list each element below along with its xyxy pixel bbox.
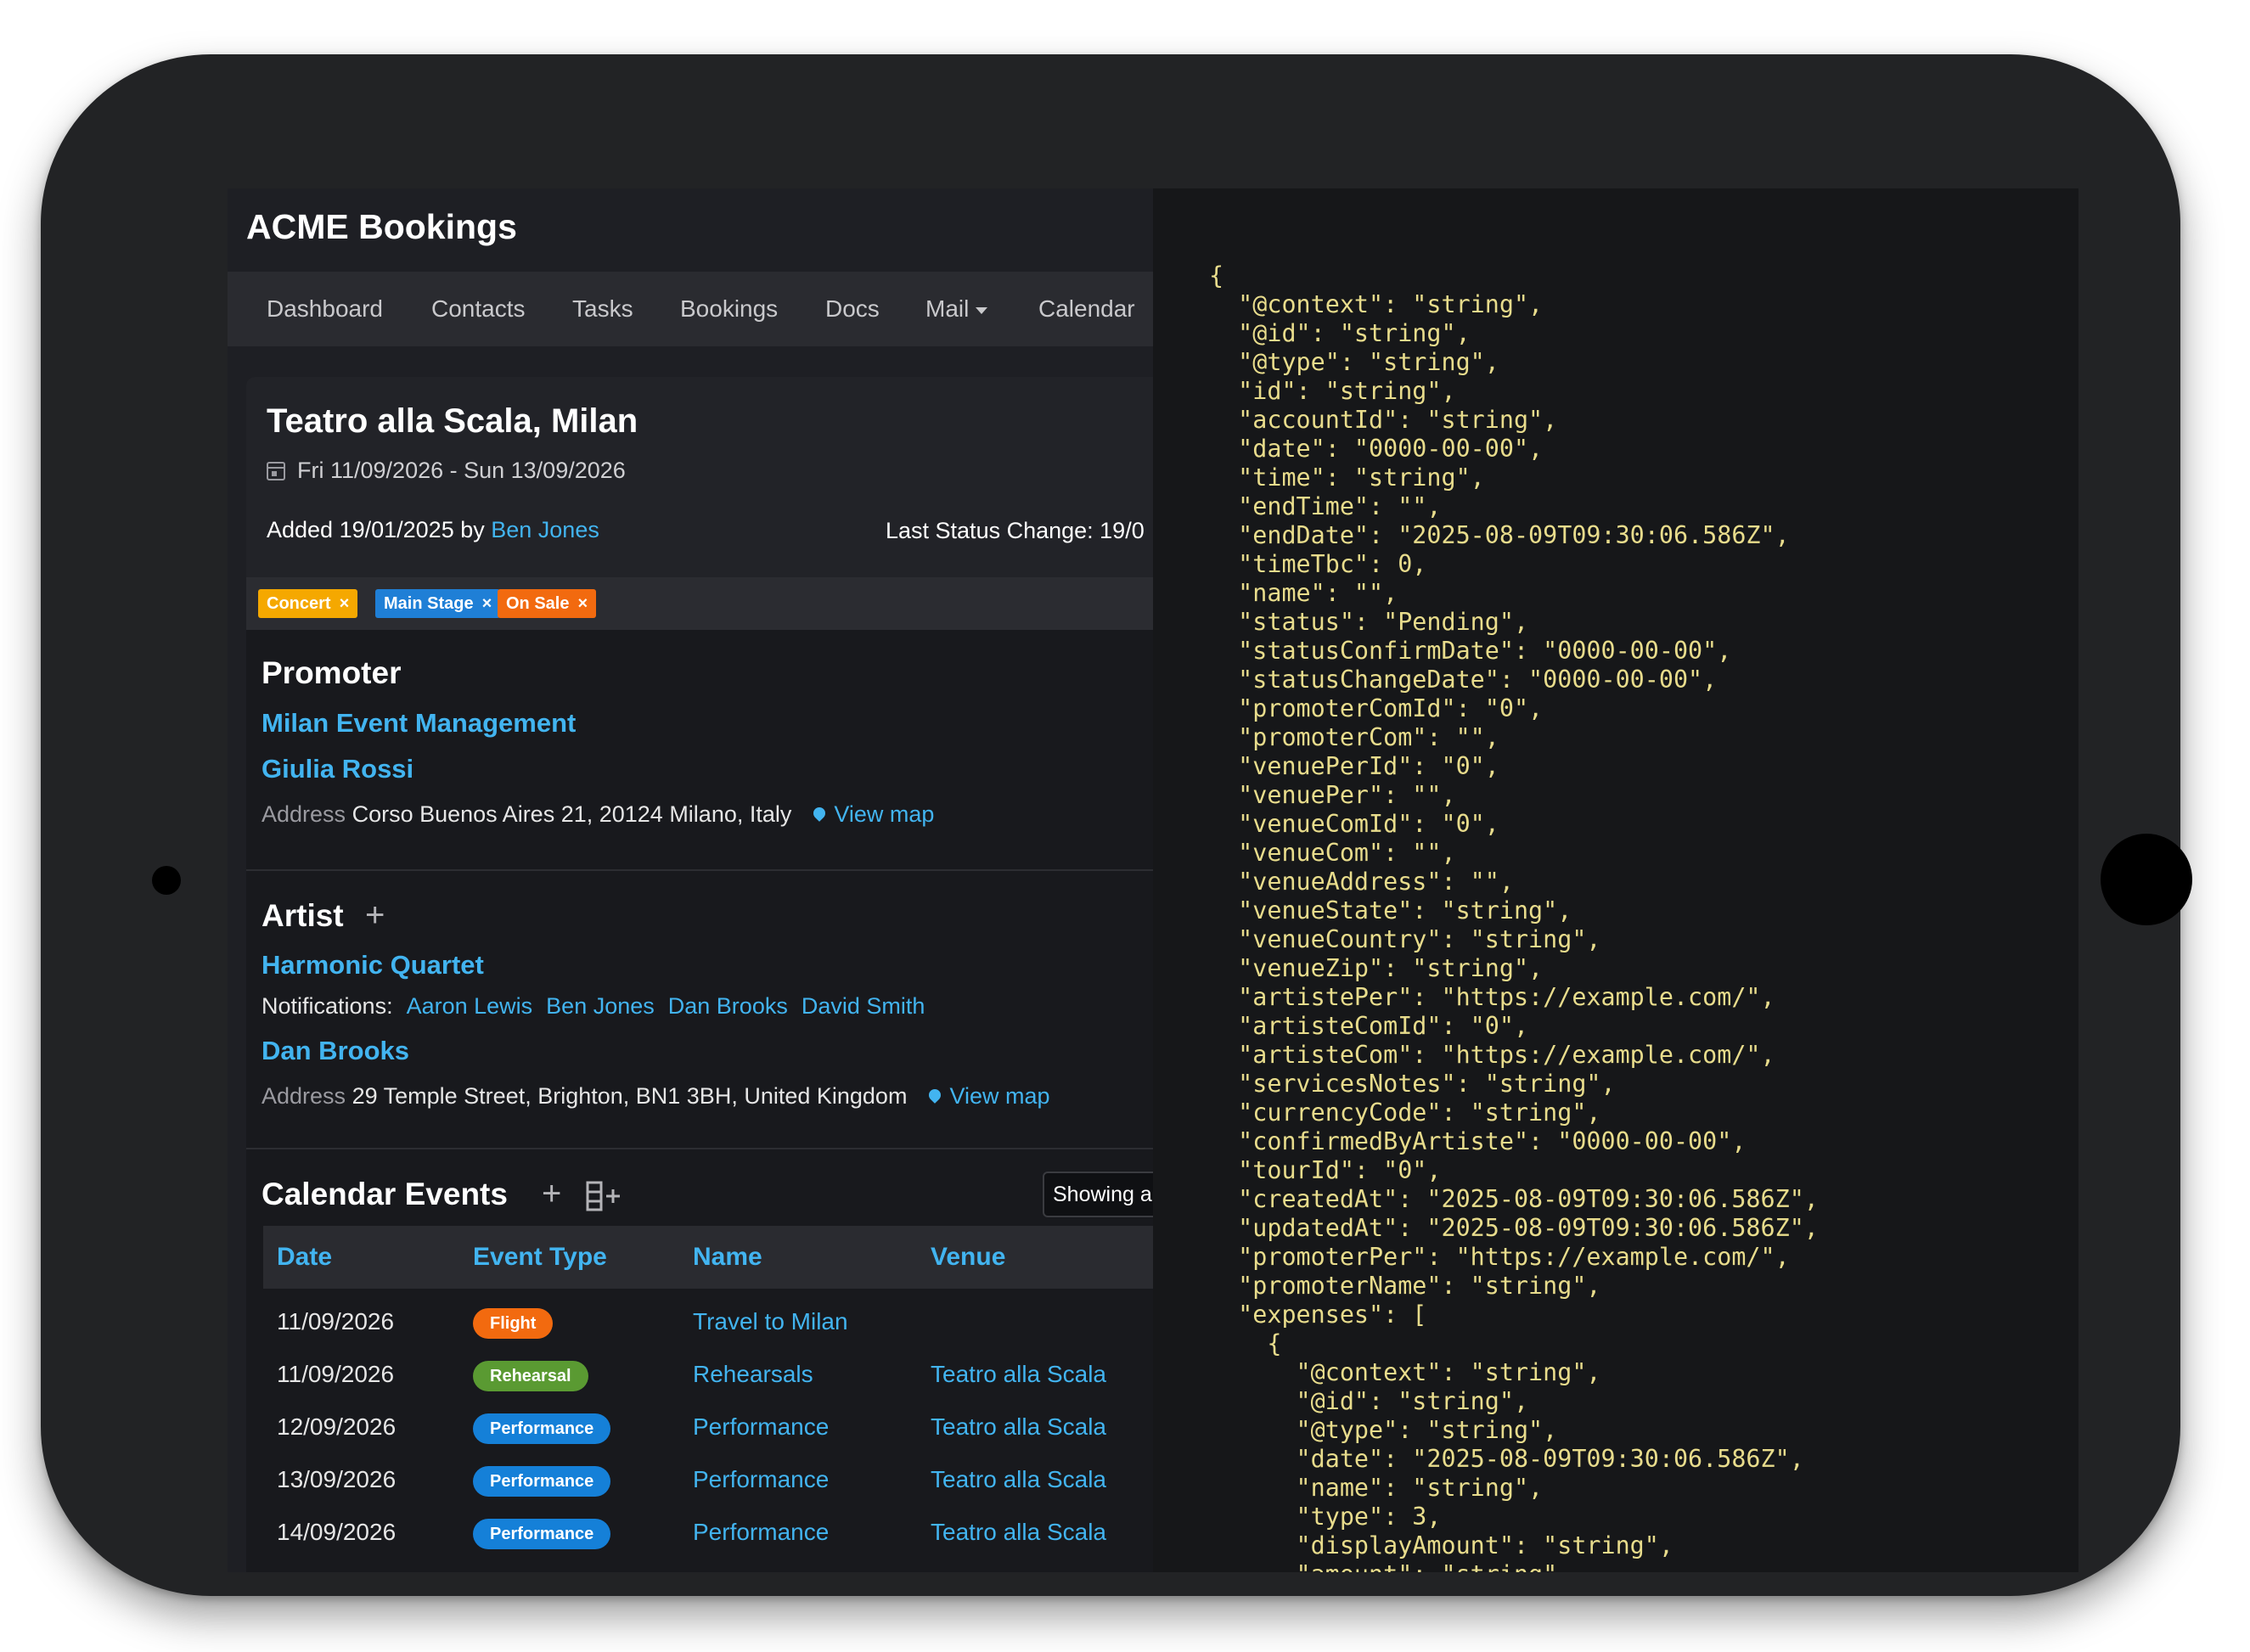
tag-label: Concert bbox=[267, 594, 331, 613]
artist-name-link[interactable]: Harmonic Quartet bbox=[262, 950, 484, 981]
booking-added-info: Added 19/01/2025 by Ben Jones bbox=[267, 517, 599, 543]
home-button[interactable] bbox=[2101, 834, 2192, 925]
map-pin-icon bbox=[811, 805, 829, 822]
last-status-change: Last Status Change: 19/0 bbox=[886, 518, 1145, 543]
address-text: Corso Buenos Aires 21, 20124 Milano, Ita… bbox=[352, 801, 792, 827]
address-label: Address bbox=[262, 801, 346, 827]
booking-venue-title: Teatro alla Scala, Milan bbox=[267, 402, 638, 440]
table-row[interactable]: 11/09/2026 Flight Travel to Milan bbox=[263, 1295, 1153, 1348]
table-row[interactable]: 13/09/2026 Performance Performance Teatr… bbox=[263, 1453, 1153, 1506]
booking-header: Teatro alla Scala, Milan Fri 11/09/2026 … bbox=[246, 377, 1153, 577]
nav-calendar[interactable]: Calendar bbox=[1038, 272, 1135, 346]
added-prefix: Added 19/01/2025 by bbox=[267, 517, 485, 542]
event-name-link[interactable]: Rehearsals bbox=[693, 1348, 813, 1401]
app-title[interactable]: ACME Bookings bbox=[246, 207, 517, 247]
close-icon[interactable]: × bbox=[482, 594, 492, 613]
artist-notifications: Notifications: Aaron Lewis Ben Jones Dan Br… bbox=[262, 993, 925, 1020]
date-range-text: Fri 11/09/2026 - Sun 13/09/2026 bbox=[297, 458, 626, 483]
tag-on-sale[interactable]: On Sale × bbox=[498, 589, 597, 618]
event-venue-link[interactable]: Teatro alla Scala bbox=[931, 1453, 1106, 1506]
address-label: Address bbox=[262, 1083, 346, 1109]
main-navbar: Dashboard Contacts Tasks Bookings Docs M… bbox=[228, 272, 1153, 346]
booking-date-range: Fri 11/09/2026 - Sun 13/09/2026 bbox=[267, 458, 626, 484]
nav-dashboard[interactable]: Dashboard bbox=[267, 272, 383, 346]
notification-contact-link[interactable]: Ben Jones bbox=[546, 993, 655, 1019]
nav-mail[interactable]: Mail bbox=[925, 272, 988, 346]
promoter-address: Address Corso Buenos Aires 21, 20124 Mil… bbox=[262, 801, 934, 828]
tag-concert[interactable]: Concert × bbox=[258, 589, 358, 618]
notification-contact-link[interactable]: Aaron Lewis bbox=[407, 993, 533, 1019]
add-event-plus-icon[interactable]: + bbox=[542, 1177, 561, 1211]
event-date: 13/09/2026 bbox=[277, 1466, 397, 1492]
notification-contact-link[interactable]: Dan Brooks bbox=[668, 993, 788, 1019]
section-divider bbox=[246, 1148, 1153, 1149]
close-icon[interactable]: × bbox=[577, 594, 588, 613]
calendar-events-heading: Calendar Events bbox=[262, 1177, 508, 1211]
event-date: 11/09/2026 bbox=[277, 1308, 395, 1335]
tag-bar: Concert × Main Stage × On Sale × bbox=[246, 577, 1153, 630]
event-venue-link[interactable]: Teatro alla Scala bbox=[931, 1506, 1106, 1559]
event-date: 11/09/2026 bbox=[277, 1361, 395, 1387]
event-type-badge: Performance bbox=[473, 1519, 611, 1549]
event-date: 14/09/2026 bbox=[277, 1519, 397, 1545]
events-table-header: Date Event Type Name Venue bbox=[263, 1226, 1153, 1289]
tablet-device: ACME Bookings Dashboard Contacts Tasks B… bbox=[41, 54, 2192, 1596]
artist-heading: Artist bbox=[262, 898, 344, 933]
promoter-heading: Promoter bbox=[262, 655, 402, 690]
promoter-company-link[interactable]: Milan Event Management bbox=[262, 708, 576, 739]
table-row[interactable]: 11/09/2026 Rehearsal Rehearsals Teatro a… bbox=[263, 1348, 1153, 1401]
camera-dot bbox=[152, 866, 181, 895]
event-name-link[interactable]: Travel to Milan bbox=[693, 1295, 848, 1348]
booking-card: Teatro alla Scala, Milan Fri 11/09/2026 … bbox=[246, 377, 1153, 1572]
close-icon[interactable]: × bbox=[340, 594, 350, 613]
column-header-date[interactable]: Date bbox=[277, 1226, 332, 1289]
table-row[interactable]: 14/09/2026 Performance Performance Teatr… bbox=[263, 1506, 1153, 1559]
event-venue-link[interactable]: Teatro alla Scala bbox=[931, 1348, 1106, 1401]
bookings-app: ACME Bookings Dashboard Contacts Tasks B… bbox=[228, 188, 1153, 1572]
notifications-label: Notifications: bbox=[262, 993, 393, 1019]
calendar-icon bbox=[267, 462, 285, 480]
json-preview-text: { "@context": "string", "@id": "string",… bbox=[1209, 261, 1819, 1572]
notification-contact-link[interactable]: David Smith bbox=[802, 993, 925, 1019]
event-date: 12/09/2026 bbox=[277, 1413, 397, 1440]
event-venue-link[interactable]: Teatro alla Scala bbox=[931, 1401, 1106, 1453]
tag-main-stage[interactable]: Main Stage × bbox=[375, 589, 501, 618]
tag-label: On Sale bbox=[506, 594, 570, 613]
added-by-link[interactable]: Ben Jones bbox=[491, 517, 599, 542]
chevron-down-icon bbox=[976, 306, 988, 314]
json-preview-panel[interactable]: { "@context": "string", "@id": "string",… bbox=[1153, 188, 2078, 1572]
map-pin-icon bbox=[926, 1087, 944, 1104]
artist-address: Address 29 Temple Street, Brighton, BN1 … bbox=[262, 1083, 1050, 1110]
table-row[interactable]: 12/09/2026 Performance Performance Teatr… bbox=[263, 1401, 1153, 1453]
add-artist-plus-icon[interactable]: + bbox=[365, 898, 385, 932]
column-header-venue[interactable]: Venue bbox=[931, 1226, 1005, 1289]
events-filter-select[interactable]: Showing all bbox=[1043, 1172, 1153, 1217]
event-type-badge: Performance bbox=[473, 1413, 611, 1444]
artist-contact-link[interactable]: Dan Brooks bbox=[262, 1036, 409, 1066]
nav-docs[interactable]: Docs bbox=[825, 272, 880, 346]
nav-contacts[interactable]: Contacts bbox=[431, 272, 526, 346]
add-event-list-icon[interactable] bbox=[586, 1181, 623, 1211]
event-type-badge: Rehearsal bbox=[473, 1361, 588, 1391]
event-type-badge: Performance bbox=[473, 1466, 611, 1497]
column-header-event-type[interactable]: Event Type bbox=[473, 1226, 607, 1289]
view-map-link[interactable]: View map bbox=[834, 801, 934, 827]
nav-tasks[interactable]: Tasks bbox=[572, 272, 633, 346]
event-name-link[interactable]: Performance bbox=[693, 1401, 829, 1453]
event-name-link[interactable]: Performance bbox=[693, 1506, 829, 1559]
view-map-link[interactable]: View map bbox=[949, 1083, 1049, 1109]
nav-mail-label: Mail bbox=[925, 295, 970, 322]
event-type-badge: Flight bbox=[473, 1308, 554, 1339]
nav-bookings[interactable]: Bookings bbox=[680, 272, 778, 346]
event-name-link[interactable]: Performance bbox=[693, 1453, 829, 1506]
tablet-screen: ACME Bookings Dashboard Contacts Tasks B… bbox=[228, 188, 2078, 1572]
column-header-name[interactable]: Name bbox=[693, 1226, 762, 1289]
promoter-person-link[interactable]: Giulia Rossi bbox=[262, 754, 413, 784]
tag-label: Main Stage bbox=[384, 594, 474, 613]
section-divider bbox=[246, 869, 1153, 871]
address-text: 29 Temple Street, Brighton, BN1 3BH, Uni… bbox=[352, 1083, 908, 1109]
